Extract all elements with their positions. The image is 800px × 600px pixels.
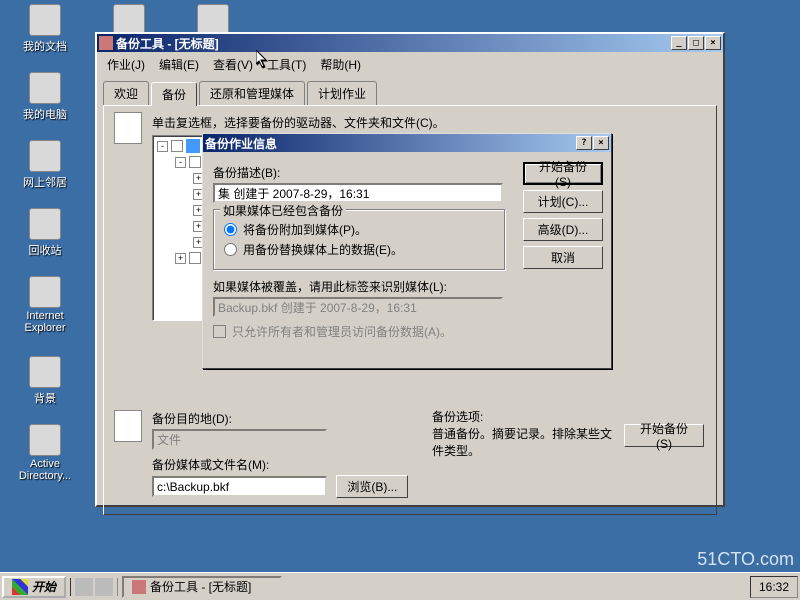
desktop-icon-glyph — [29, 208, 61, 240]
menu-item[interactable]: 作业(J) — [101, 54, 151, 75]
dialog-title: 备份作业信息 — [205, 135, 277, 152]
desktop-icon-glyph — [29, 140, 61, 172]
window-title: 备份工具 - [无标题] — [116, 35, 219, 52]
radio-replace-input[interactable] — [224, 243, 237, 256]
dialog-schedule-button[interactable]: 计划(C)... — [523, 190, 603, 213]
desktop-icon-label: 网上邻居 — [23, 174, 67, 190]
menubar: 作业(J)编辑(E)查看(V)工具(T)帮助(H) — [97, 52, 723, 77]
watermark: 51CTO.com — [697, 549, 794, 570]
media-label-input: Backup.bkf 创建于 2007-8-29，16:31 — [213, 297, 503, 317]
dialog-advanced-button[interactable]: 高级(D)... — [523, 218, 603, 241]
menu-item[interactable]: 帮助(H) — [314, 54, 367, 75]
task-label: 备份工具 - [无标题] — [150, 578, 251, 595]
quick-launch — [70, 578, 118, 596]
desktop-icon-glyph — [29, 72, 61, 104]
clock: 16:32 — [759, 580, 789, 594]
desktop-icon-label: Internet Explorer — [10, 310, 80, 334]
desktop-icon-label: Active Directory... — [10, 458, 80, 482]
taskbar-app-button[interactable]: 备份工具 - [无标题] — [122, 576, 282, 598]
radio-append[interactable]: 将备份附加到媒体(P)。 — [224, 221, 496, 238]
desktop-icon[interactable]: Active Directory... — [10, 424, 80, 482]
desktop-icon[interactable]: 网上邻居 — [10, 140, 80, 190]
start-button[interactable]: 开始 — [2, 576, 66, 598]
main-titlebar[interactable]: 备份工具 - [无标题] _ □ × — [97, 34, 723, 52]
desktop-icon[interactable]: Internet Explorer — [10, 276, 80, 334]
tab-strip: 欢迎备份还原和管理媒体计划作业 — [103, 81, 717, 105]
start-backup-button[interactable]: 开始备份(S) — [624, 424, 704, 447]
desktop-icon[interactable]: 我的电脑 — [10, 72, 80, 122]
hint-text: 单击复选框，选择要备份的驱动器、文件夹和文件(C)。 — [152, 114, 708, 131]
taskbar: 开始 备份工具 - [无标题] 16:32 — [0, 572, 800, 600]
ql-ie-icon[interactable] — [75, 578, 93, 596]
owner-only-checkbox-row: 只允许所有者和管理员访问备份数据(A)。 — [213, 323, 601, 340]
desktop-icon[interactable]: 回收站 — [10, 208, 80, 258]
desktop-icon-glyph — [29, 4, 61, 36]
tree-expander[interactable]: - — [157, 141, 168, 152]
tab[interactable]: 欢迎 — [103, 81, 149, 105]
destination-icon — [114, 410, 142, 442]
destination-group: 备份目的地(D): 文件 备份媒体或文件名(M): c:\Backup.bkf … — [112, 408, 708, 506]
tree-expander[interactable]: + — [175, 253, 186, 264]
group-label: 如果媒体已经包含备份 — [220, 202, 346, 219]
options-text: 普通备份。摘要记录。排除某些文件类型。 — [432, 425, 622, 459]
desktop-icon-label: 背景 — [34, 390, 56, 406]
help-button[interactable]: ? — [576, 136, 592, 150]
system-tray[interactable]: 16:32 — [750, 576, 798, 598]
desktop-icon-glyph — [29, 276, 61, 308]
ql-desktop-icon[interactable] — [95, 578, 113, 596]
dest-select[interactable]: 文件 — [152, 429, 327, 450]
options-title: 备份选项: — [432, 408, 622, 425]
dialog-close-button[interactable]: × — [593, 136, 609, 150]
menu-item[interactable]: 查看(V) — [207, 54, 259, 75]
start-label: 开始 — [32, 578, 56, 595]
desc-input[interactable]: 集 创建于 2007-8-29，16:31 — [213, 183, 503, 203]
tab[interactable]: 还原和管理媒体 — [199, 81, 305, 105]
desktop-icon-label: 回收站 — [29, 242, 62, 258]
menu-item[interactable]: 编辑(E) — [153, 54, 205, 75]
dialog-cancel-button[interactable]: 取消 — [523, 246, 603, 269]
task-app-icon — [132, 580, 146, 594]
owner-only-checkbox — [213, 325, 226, 338]
windows-flag-icon — [12, 579, 28, 595]
hint-icon — [114, 112, 142, 144]
owner-only-label: 只允许所有者和管理员访问备份数据(A)。 — [232, 323, 452, 340]
backup-job-info-dialog: 备份作业信息 ? × 备份描述(B): 集 创建于 2007-8-29，16:3… — [202, 133, 612, 369]
radio-replace[interactable]: 用备份替换媒体上的数据(E)。 — [224, 241, 496, 258]
tab[interactable]: 计划作业 — [307, 81, 377, 105]
desktop-icon-label: 我的电脑 — [23, 106, 67, 122]
dialog-start-button[interactable]: 开始备份(S) — [523, 162, 603, 185]
desktop-icon-glyph — [29, 424, 61, 456]
radio-append-input[interactable] — [224, 223, 237, 236]
menu-item[interactable]: 工具(T) — [261, 54, 312, 75]
overwrite-label: 如果媒体被覆盖，请用此标签来识别媒体(L): — [213, 278, 601, 295]
mediafile-label: 备份媒体或文件名(M): — [152, 456, 708, 473]
dialog-titlebar[interactable]: 备份作业信息 ? × — [203, 134, 611, 152]
browse-button[interactable]: 浏览(B)... — [336, 475, 408, 498]
desktop-icon-label: 我的文档 — [23, 38, 67, 54]
maximize-button[interactable]: □ — [688, 36, 704, 50]
desktop-icon[interactable]: 背景 — [10, 356, 80, 406]
app-icon — [99, 36, 113, 50]
desktop-icon[interactable]: 我的文档 — [10, 4, 80, 54]
close-button[interactable]: × — [705, 36, 721, 50]
backup-options-info: 备份选项: 普通备份。摘要记录。排除某些文件类型。 — [432, 408, 622, 459]
tab[interactable]: 备份 — [151, 82, 197, 106]
mediafile-input[interactable]: c:\Backup.bkf — [152, 476, 327, 497]
media-contains-group: 如果媒体已经包含备份 将备份附加到媒体(P)。 用备份替换媒体上的数据(E)。 — [213, 209, 505, 270]
tree-expander[interactable]: - — [175, 157, 186, 168]
minimize-button[interactable]: _ — [671, 36, 687, 50]
desktop-icon-glyph — [29, 356, 61, 388]
